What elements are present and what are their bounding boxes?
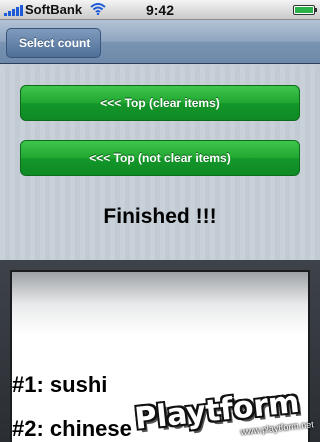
picker-row[interactable]: #1: sushi [12,372,107,398]
back-button[interactable]: Select count [6,28,102,58]
picker-row[interactable]: #2: chinese [12,416,132,442]
status-bar: SoftBank 9:42 [0,0,320,20]
battery-icon [293,5,317,15]
navigation-bar: Select count [0,20,320,64]
top-not-clear-items-button[interactable]: <<< Top (not clear items) [20,140,300,176]
clock: 9:42 [145,2,175,18]
back-button-label: Select count [19,36,91,50]
content-area: <<< Top (clear items) <<< Top (not clear… [0,65,320,260]
finished-message: Finished !!! [103,205,217,228]
top-clear-items-button[interactable]: <<< Top (clear items) [20,85,300,121]
